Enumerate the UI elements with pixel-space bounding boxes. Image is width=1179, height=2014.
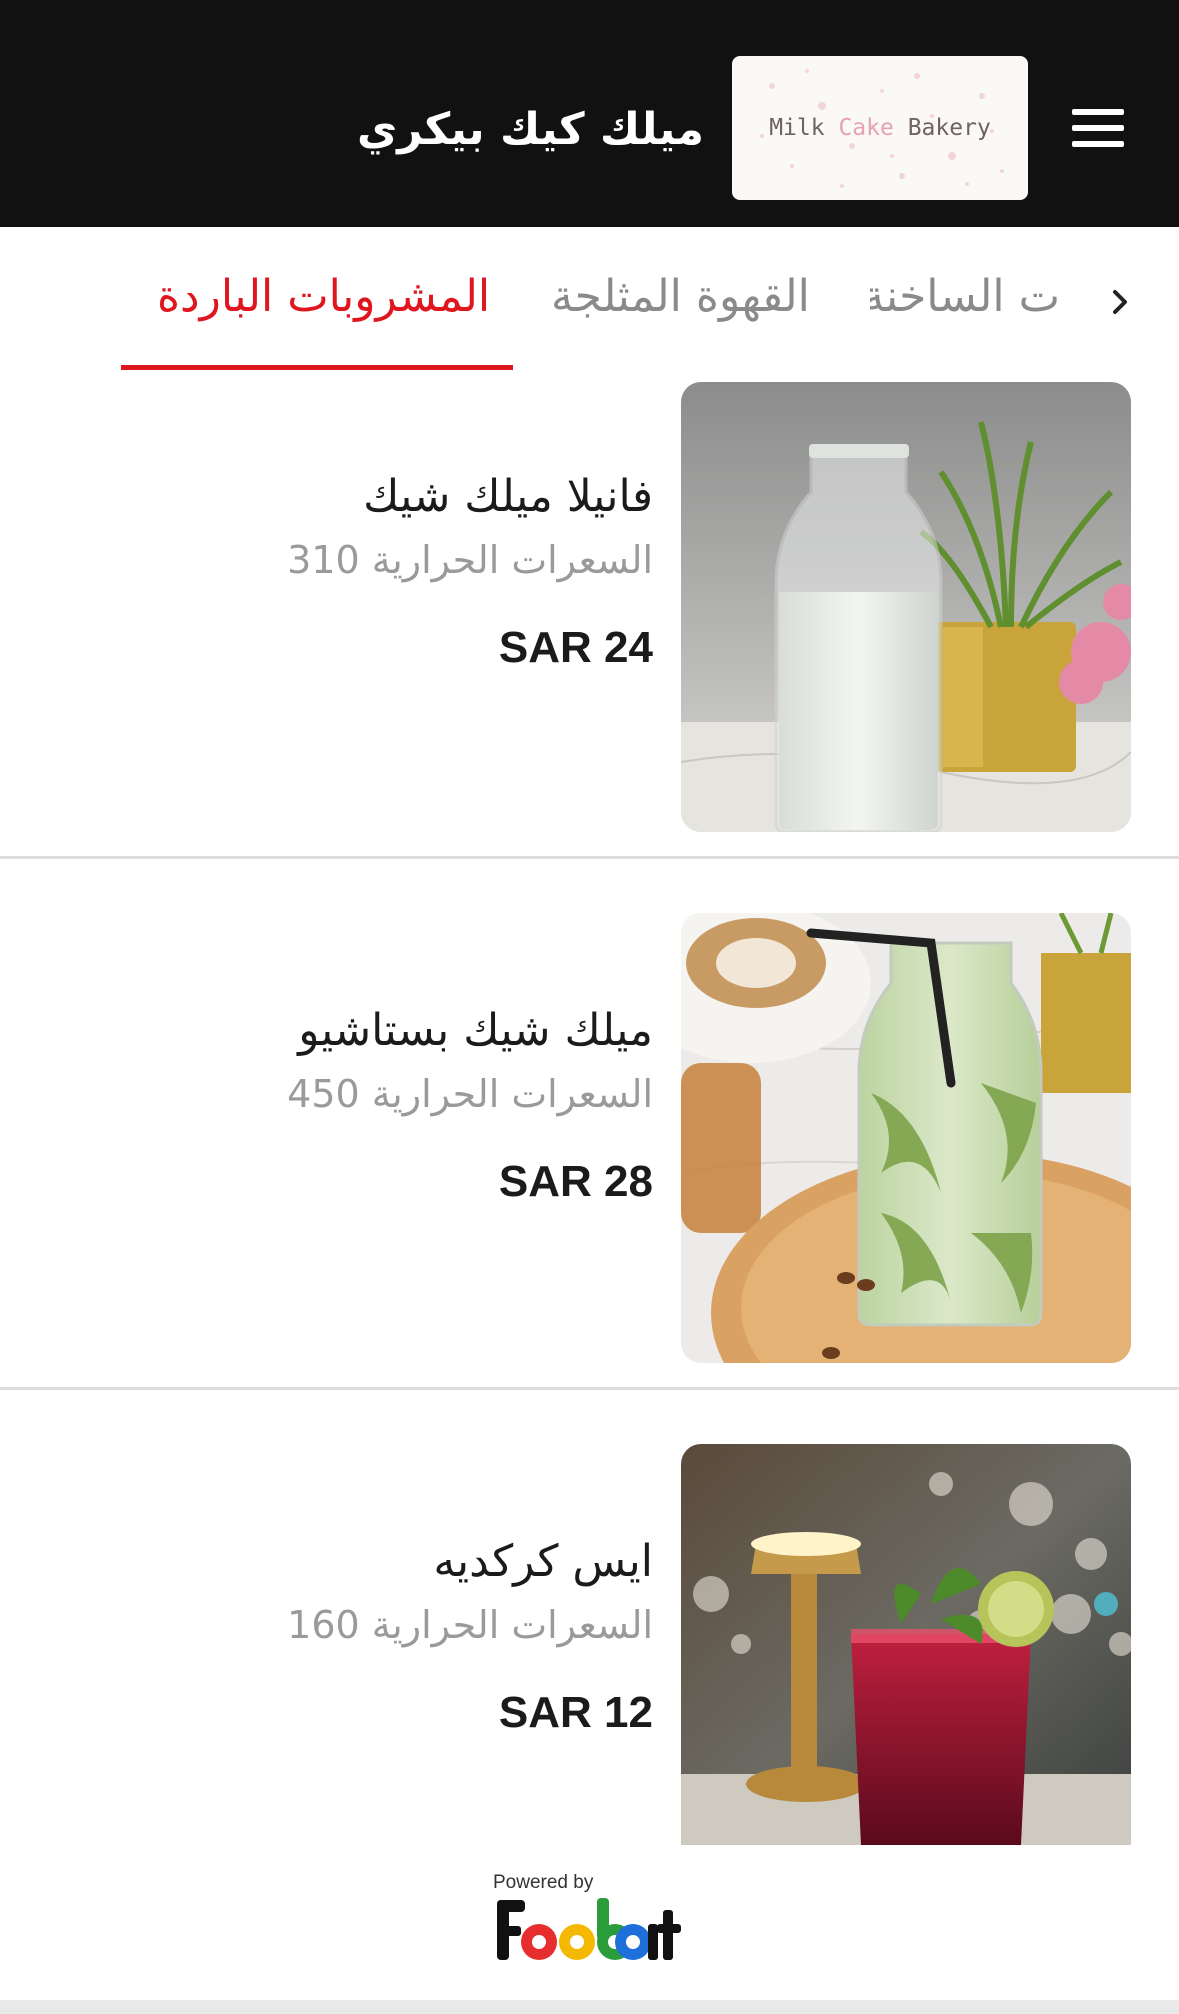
- logo-word-cake: Cake: [838, 115, 894, 141]
- tab-cold-drinks[interactable]: المشروبات الباردة: [157, 267, 490, 327]
- chevron-right-icon[interactable]: [1105, 282, 1135, 322]
- logo-wordmark: Milk Cake Bakery: [732, 56, 1028, 200]
- item-photo-vanilla-milkshake[interactable]: [681, 382, 1131, 832]
- foodbit-logo[interactable]: [493, 1890, 683, 1980]
- item-calories: السعرات الحرارية 310: [287, 538, 653, 582]
- tab-hot-drinks-clip: ت الساخنة: [870, 257, 1060, 337]
- item-price: SAR 28: [498, 1157, 653, 1206]
- store-logo[interactable]: Milk Cake Bakery: [732, 56, 1028, 200]
- item-name: ميلك شيك بستاشيو: [298, 1005, 653, 1056]
- logo-word-bakery: Bakery: [907, 115, 991, 141]
- logo-word-milk: Milk: [769, 115, 825, 141]
- item-name: فانيلا ميلك شيك: [363, 471, 653, 522]
- item-price: SAR 12: [498, 1688, 653, 1737]
- item-photo-pistachio-milkshake[interactable]: [681, 913, 1131, 1363]
- footer: Powered by: [0, 1870, 1179, 2000]
- item-photo-iced-hibiscus[interactable]: [681, 1444, 1131, 1845]
- app-header: Milk Cake Bakery ميلك كيك بيكري: [0, 0, 1179, 227]
- tab-hot-drinks[interactable]: ت الساخنة: [870, 267, 1060, 327]
- menu-item[interactable]: ايس كركديه السعرات الحرارية 160 SAR 12: [0, 1390, 1179, 1845]
- item-price: SAR 24: [498, 623, 653, 672]
- tab-iced-coffee[interactable]: القهوة المثلجة: [551, 267, 810, 327]
- item-calories: السعرات الحرارية 450: [287, 1072, 653, 1116]
- menu-item[interactable]: ميلك شيك بستاشيو السعرات الحرارية 450 SA…: [0, 859, 1179, 1390]
- category-tabs: المشروبات الباردة القهوة المثلجة ت الساخ…: [0, 227, 1179, 377]
- hamburger-menu-icon[interactable]: [1072, 109, 1124, 147]
- menu-item[interactable]: فانيلا ميلك شيك السعرات الحرارية 310 SAR…: [0, 377, 1179, 859]
- item-name: ايس كركديه: [433, 1536, 653, 1587]
- store-name: ميلك كيك بيكري: [356, 104, 704, 155]
- bottom-bar: [0, 2000, 1179, 2014]
- active-tab-indicator: [121, 365, 513, 370]
- item-calories: السعرات الحرارية 160: [287, 1603, 653, 1647]
